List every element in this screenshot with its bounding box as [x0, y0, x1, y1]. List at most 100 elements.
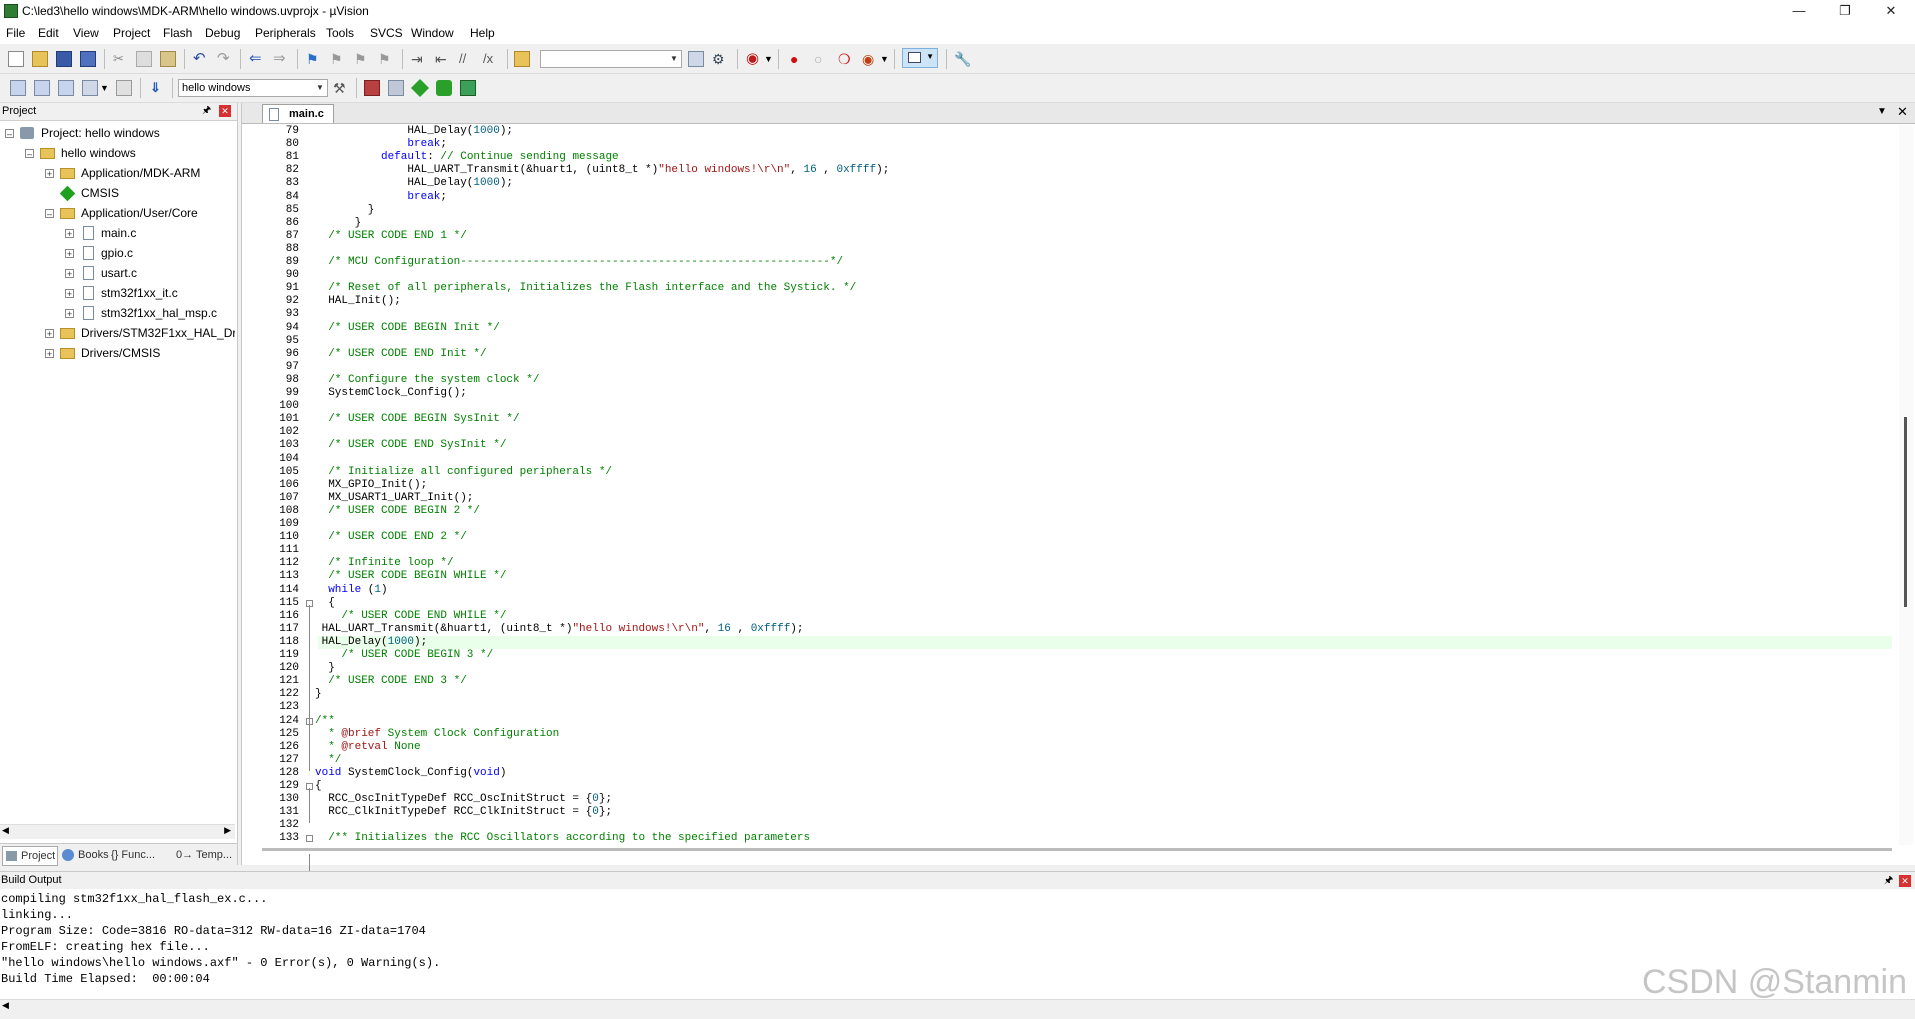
tab-books[interactable]: Books: [60, 846, 109, 864]
tree-group-hal-driver[interactable]: + Drivers/STM32F1xx_HAL_Driv: [45, 324, 235, 342]
indent-icon[interactable]: ⇥: [411, 51, 427, 67]
menu-file[interactable]: File: [6, 26, 25, 40]
code-token: ;: [440, 138, 448, 150]
editor-h-scrollbar[interactable]: [262, 848, 1892, 851]
restore-button[interactable]: ❐: [1822, 0, 1868, 22]
manage-project-items-icon[interactable]: [364, 80, 380, 96]
scroll-thumb[interactable]: [1904, 417, 1907, 607]
configure-icon[interactable]: 🔧: [954, 51, 971, 67]
build-h-scrollbar[interactable]: ◀: [0, 999, 1915, 1014]
enable-breakpoint-icon[interactable]: ○: [814, 51, 830, 67]
menu-window[interactable]: Window: [411, 26, 454, 40]
menu-debug[interactable]: Debug: [205, 26, 240, 40]
comment-icon[interactable]: //: [459, 51, 475, 67]
scroll-left-icon[interactable]: ◀: [2, 825, 9, 836]
tab-project[interactable]: Project: [2, 846, 59, 866]
expand-icon[interactable]: +: [65, 229, 74, 239]
tab-functions[interactable]: {} Func...: [105, 846, 155, 864]
expand-icon[interactable]: +: [65, 309, 74, 319]
menu-tools[interactable]: Tools: [326, 26, 354, 40]
c-file-icon: [83, 266, 94, 280]
batch-dropdown-icon[interactable]: ▼: [100, 80, 116, 96]
bookmark-toggle-icon[interactable]: ⚑: [306, 51, 322, 67]
minimize-button[interactable]: —: [1776, 0, 1822, 22]
pin-icon[interactable]: 🖈: [202, 103, 211, 119]
uncomment-icon[interactable]: /x: [483, 51, 499, 67]
navigate-back-icon[interactable]: ⇐: [249, 51, 265, 67]
code-line: break;: [407, 191, 447, 204]
expand-icon[interactable]: +: [65, 269, 74, 279]
file-extensions-icon[interactable]: [388, 80, 404, 96]
download-icon[interactable]: ⇓: [150, 80, 166, 96]
select-packs-icon[interactable]: [436, 80, 452, 96]
pack-installer-icon[interactable]: [460, 80, 476, 96]
batch-build-icon[interactable]: [82, 80, 98, 96]
target-select[interactable]: hello windows ▼: [178, 79, 328, 97]
expand-icon[interactable]: +: [45, 349, 54, 359]
menu-peripherals[interactable]: Peripherals: [255, 26, 316, 40]
target-select-value: hello windows: [182, 82, 251, 94]
scroll-right-icon[interactable]: ▶: [224, 825, 231, 836]
close-window-button[interactable]: ✕: [1868, 0, 1914, 22]
unindent-icon[interactable]: ⇤: [435, 51, 451, 67]
code-token: HAL_Init();: [328, 295, 401, 307]
rebuild-icon[interactable]: [58, 80, 74, 96]
menu-project[interactable]: Project: [113, 26, 150, 40]
target-options-icon[interactable]: ⚒: [333, 80, 349, 96]
scroll-left-icon[interactable]: ◀: [2, 1000, 9, 1011]
menu-edit[interactable]: Edit: [38, 26, 59, 40]
bookmark-clear-icon[interactable]: ⚑: [378, 51, 394, 67]
start-debug-icon[interactable]: ◉: [746, 51, 762, 67]
fold-toggle-icon[interactable]: [306, 835, 313, 842]
paste-icon[interactable]: [160, 51, 176, 67]
bookmark-next-icon[interactable]: ⚑: [354, 51, 370, 67]
build-output-log[interactable]: compiling stm32f1xx_hal_flash_ex.c... li…: [0, 889, 1915, 999]
expand-icon[interactable]: +: [45, 329, 54, 339]
tab-templates[interactable]: 0→ Temp...: [170, 846, 232, 864]
close-panel-icon[interactable]: ✕: [219, 105, 231, 117]
kill-breakpoints-icon[interactable]: ◉: [862, 51, 878, 67]
menu-flash[interactable]: Flash: [163, 26, 192, 40]
expand-icon[interactable]: +: [65, 289, 74, 299]
cut-icon[interactable]: ✂: [113, 51, 129, 67]
save-all-icon[interactable]: [80, 51, 96, 67]
expand-icon[interactable]: +: [65, 249, 74, 259]
build-icon[interactable]: [34, 80, 50, 96]
bookmark-prev-icon[interactable]: ⚑: [330, 51, 346, 67]
pin-icon[interactable]: 🖈: [1884, 872, 1893, 889]
menu-view[interactable]: View: [73, 26, 99, 40]
find-in-files-icon[interactable]: [514, 51, 530, 67]
collapse-icon[interactable]: –: [45, 209, 54, 219]
code-line: break;: [407, 138, 447, 151]
redo-icon[interactable]: ↷: [217, 51, 233, 67]
collapse-icon[interactable]: –: [25, 149, 34, 159]
collapse-icon[interactable]: –: [5, 129, 14, 139]
incremental-find-icon[interactable]: [688, 51, 704, 67]
tab-list-dropdown-icon[interactable]: ▼: [1877, 106, 1887, 117]
menu-svcs[interactable]: SVCS: [370, 26, 403, 40]
window-layout-toggle[interactable]: ▼: [902, 48, 938, 68]
tab-main-c[interactable]: main.c: [262, 104, 334, 123]
editor-v-scrollbar[interactable]: [1899, 125, 1913, 845]
navigate-forward-icon[interactable]: ⇒: [273, 51, 289, 67]
manage-run-time-icon[interactable]: [410, 78, 430, 98]
debug-session-icon[interactable]: ⚙: [712, 51, 728, 67]
menu-help[interactable]: Help: [470, 26, 495, 40]
disable-breakpoints-icon[interactable]: ❍: [838, 51, 854, 67]
insert-breakpoint-icon[interactable]: ●: [790, 51, 806, 67]
open-file-icon[interactable]: [32, 51, 48, 67]
save-icon[interactable]: [56, 51, 72, 67]
close-tab-icon[interactable]: ✕: [1897, 104, 1908, 120]
undo-icon[interactable]: ↶: [193, 51, 209, 67]
close-panel-icon[interactable]: ✕: [1899, 875, 1911, 887]
new-file-icon[interactable]: [8, 51, 24, 67]
project-h-scrollbar[interactable]: ◀ ▶: [0, 824, 235, 839]
line-number: 80: [285, 138, 299, 150]
code-area[interactable]: 79 HAL_Delay(1000); 80 break; 81 default: // …: [242, 125, 1892, 889]
copy-icon[interactable]: [136, 51, 152, 67]
code-token: /** Initializes the RCC Oscillators acco…: [328, 832, 811, 844]
expand-icon[interactable]: +: [45, 169, 54, 179]
find-combo[interactable]: ▼: [540, 50, 682, 68]
translate-icon[interactable]: [10, 80, 26, 96]
stop-build-icon[interactable]: [116, 80, 132, 96]
